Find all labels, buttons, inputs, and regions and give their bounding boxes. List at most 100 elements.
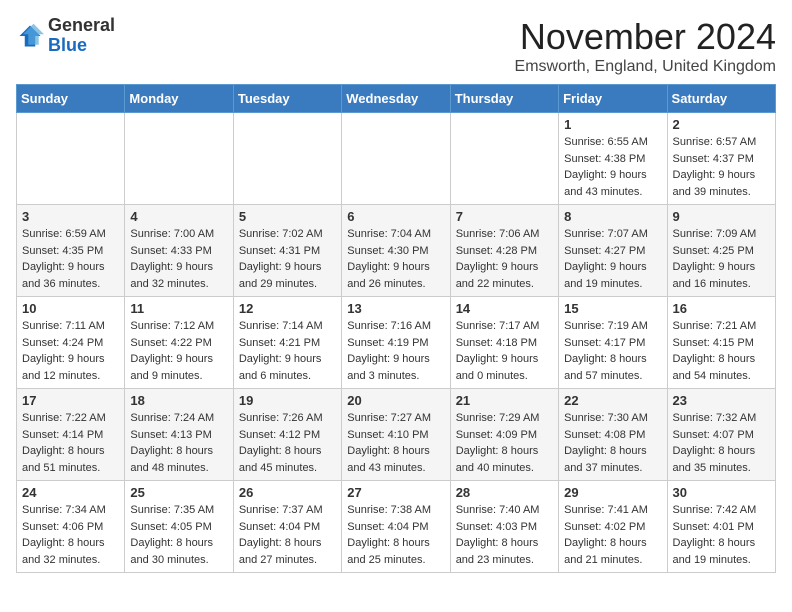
day-info: Sunrise: 7:06 AM Sunset: 4:28 PM Dayligh…	[456, 226, 553, 292]
calendar-table: SundayMondayTuesdayWednesdayThursdayFrid…	[16, 84, 776, 573]
day-info: Sunrise: 7:02 AM Sunset: 4:31 PM Dayligh…	[239, 226, 336, 292]
day-info: Sunrise: 7:00 AM Sunset: 4:33 PM Dayligh…	[130, 226, 227, 292]
calendar-cell: 7 Sunrise: 7:06 AM Sunset: 4:28 PM Daylig…	[450, 205, 558, 297]
calendar-cell: 14 Sunrise: 7:17 AM Sunset: 4:18 PM Dayli…	[450, 297, 558, 389]
day-number: 8	[564, 209, 661, 224]
day-info: Sunrise: 7:17 AM Sunset: 4:18 PM Dayligh…	[456, 318, 553, 384]
calendar-cell: 11Sunrise: 7:12 AM Sunset: 4:22 PM Dayli…	[125, 297, 233, 389]
calendar-week-row: 3Sunrise: 6:59 AM Sunset: 4:35 PM Daylig…	[17, 205, 776, 297]
day-number: 21	[456, 393, 553, 408]
calendar-cell: 28 Sunrise: 7:40 AM Sunset: 4:03 PM Dayli…	[450, 481, 558, 573]
calendar-cell	[17, 113, 125, 205]
calendar-cell: 3Sunrise: 6:59 AM Sunset: 4:35 PM Daylig…	[17, 205, 125, 297]
logo: General Blue	[16, 16, 115, 56]
calendar-cell: 23 Sunrise: 7:32 AM Sunset: 4:07 PM Dayli…	[667, 389, 775, 481]
day-info: Sunrise: 7:19 AM Sunset: 4:17 PM Dayligh…	[564, 318, 661, 384]
day-info: Sunrise: 7:24 AM Sunset: 4:13 PM Dayligh…	[130, 410, 227, 476]
weekday-header: Friday	[559, 85, 667, 113]
calendar-cell: 10 Sunrise: 7:11 AM Sunset: 4:24 PM Dayli…	[17, 297, 125, 389]
day-info: Sunrise: 7:42 AM Sunset: 4:01 PM Dayligh…	[673, 502, 770, 568]
calendar-header-row: SundayMondayTuesdayWednesdayThursdayFrid…	[17, 85, 776, 113]
day-info: Sunrise: 7:34 AM Sunset: 4:06 PM Dayligh…	[22, 502, 119, 568]
day-number: 9	[673, 209, 770, 224]
calendar-cell: 25 Sunrise: 7:35 AM Sunset: 4:05 PM Dayli…	[125, 481, 233, 573]
day-number: 6	[347, 209, 444, 224]
day-number: 15	[564, 301, 661, 316]
day-info: Sunrise: 6:57 AM Sunset: 4:37 PM Dayligh…	[673, 134, 770, 200]
month-title: November 2024	[515, 16, 776, 58]
calendar-cell: 15 Sunrise: 7:19 AM Sunset: 4:17 PM Dayli…	[559, 297, 667, 389]
day-info: Sunrise: 7:04 AM Sunset: 4:30 PM Dayligh…	[347, 226, 444, 292]
calendar-cell	[233, 113, 341, 205]
calendar-cell: 6 Sunrise: 7:04 AM Sunset: 4:30 PM Daylig…	[342, 205, 450, 297]
day-info: Sunrise: 7:41 AM Sunset: 4:02 PM Dayligh…	[564, 502, 661, 568]
day-number: 3	[22, 209, 119, 224]
day-number: 25	[130, 485, 227, 500]
weekday-header: Thursday	[450, 85, 558, 113]
calendar-cell: 16 Sunrise: 7:21 AM Sunset: 4:15 PM Dayli…	[667, 297, 775, 389]
day-number: 19	[239, 393, 336, 408]
calendar-week-row: 1Sunrise: 6:55 AM Sunset: 4:38 PM Daylig…	[17, 113, 776, 205]
calendar-cell: 26Sunrise: 7:37 AM Sunset: 4:04 PM Dayli…	[233, 481, 341, 573]
day-info: Sunrise: 7:11 AM Sunset: 4:24 PM Dayligh…	[22, 318, 119, 384]
day-number: 27	[347, 485, 444, 500]
day-number: 20	[347, 393, 444, 408]
calendar-cell: 18 Sunrise: 7:24 AM Sunset: 4:13 PM Dayli…	[125, 389, 233, 481]
day-info: Sunrise: 6:55 AM Sunset: 4:38 PM Dayligh…	[564, 134, 661, 200]
calendar-cell: 4 Sunrise: 7:00 AM Sunset: 4:33 PM Daylig…	[125, 205, 233, 297]
day-info: Sunrise: 7:32 AM Sunset: 4:07 PM Dayligh…	[673, 410, 770, 476]
logo-blue-text: Blue	[48, 36, 115, 56]
day-info: Sunrise: 7:09 AM Sunset: 4:25 PM Dayligh…	[673, 226, 770, 292]
calendar-week-row: 10 Sunrise: 7:11 AM Sunset: 4:24 PM Dayli…	[17, 297, 776, 389]
calendar-cell: 24 Sunrise: 7:34 AM Sunset: 4:06 PM Dayli…	[17, 481, 125, 573]
day-info: Sunrise: 7:40 AM Sunset: 4:03 PM Dayligh…	[456, 502, 553, 568]
day-number: 23	[673, 393, 770, 408]
day-number: 2	[673, 117, 770, 132]
calendar-cell	[450, 113, 558, 205]
weekday-header: Saturday	[667, 85, 775, 113]
calendar-cell: 13Sunrise: 7:16 AM Sunset: 4:19 PM Dayli…	[342, 297, 450, 389]
day-number: 7	[456, 209, 553, 224]
day-number: 17	[22, 393, 119, 408]
day-info: Sunrise: 7:14 AM Sunset: 4:21 PM Dayligh…	[239, 318, 336, 384]
day-info: Sunrise: 7:30 AM Sunset: 4:08 PM Dayligh…	[564, 410, 661, 476]
weekday-header: Monday	[125, 85, 233, 113]
day-info: Sunrise: 7:22 AM Sunset: 4:14 PM Dayligh…	[22, 410, 119, 476]
calendar-cell: 12 Sunrise: 7:14 AM Sunset: 4:21 PM Dayli…	[233, 297, 341, 389]
weekday-header: Tuesday	[233, 85, 341, 113]
day-number: 12	[239, 301, 336, 316]
day-info: Sunrise: 7:26 AM Sunset: 4:12 PM Dayligh…	[239, 410, 336, 476]
day-number: 29	[564, 485, 661, 500]
calendar-cell	[342, 113, 450, 205]
day-number: 16	[673, 301, 770, 316]
calendar-cell: 9 Sunrise: 7:09 AM Sunset: 4:25 PM Daylig…	[667, 205, 775, 297]
calendar-week-row: 17 Sunrise: 7:22 AM Sunset: 4:14 PM Dayli…	[17, 389, 776, 481]
page-header: General Blue November 2024 Emsworth, Eng…	[16, 16, 776, 76]
day-number: 13	[347, 301, 444, 316]
location-title: Emsworth, England, United Kingdom	[515, 58, 776, 76]
calendar-cell: 5 Sunrise: 7:02 AM Sunset: 4:31 PM Daylig…	[233, 205, 341, 297]
day-info: Sunrise: 7:21 AM Sunset: 4:15 PM Dayligh…	[673, 318, 770, 384]
day-number: 22	[564, 393, 661, 408]
logo-icon	[16, 22, 44, 50]
day-number: 10	[22, 301, 119, 316]
day-info: Sunrise: 7:35 AM Sunset: 4:05 PM Dayligh…	[130, 502, 227, 568]
day-info: Sunrise: 7:12 AM Sunset: 4:22 PM Dayligh…	[130, 318, 227, 384]
day-number: 5	[239, 209, 336, 224]
title-block: November 2024 Emsworth, England, United …	[515, 16, 776, 76]
weekday-header: Wednesday	[342, 85, 450, 113]
day-info: Sunrise: 7:07 AM Sunset: 4:27 PM Dayligh…	[564, 226, 661, 292]
calendar-cell: 20 Sunrise: 7:27 AM Sunset: 4:10 PM Dayli…	[342, 389, 450, 481]
logo-general-text: General	[48, 16, 115, 36]
day-number: 14	[456, 301, 553, 316]
day-number: 24	[22, 485, 119, 500]
calendar-cell	[125, 113, 233, 205]
day-info: Sunrise: 7:27 AM Sunset: 4:10 PM Dayligh…	[347, 410, 444, 476]
calendar-cell: 19 Sunrise: 7:26 AM Sunset: 4:12 PM Dayli…	[233, 389, 341, 481]
day-info: Sunrise: 7:29 AM Sunset: 4:09 PM Dayligh…	[456, 410, 553, 476]
day-number: 4	[130, 209, 227, 224]
day-info: Sunrise: 7:37 AM Sunset: 4:04 PM Dayligh…	[239, 502, 336, 568]
day-number: 18	[130, 393, 227, 408]
day-info: Sunrise: 7:38 AM Sunset: 4:04 PM Dayligh…	[347, 502, 444, 568]
day-number: 28	[456, 485, 553, 500]
